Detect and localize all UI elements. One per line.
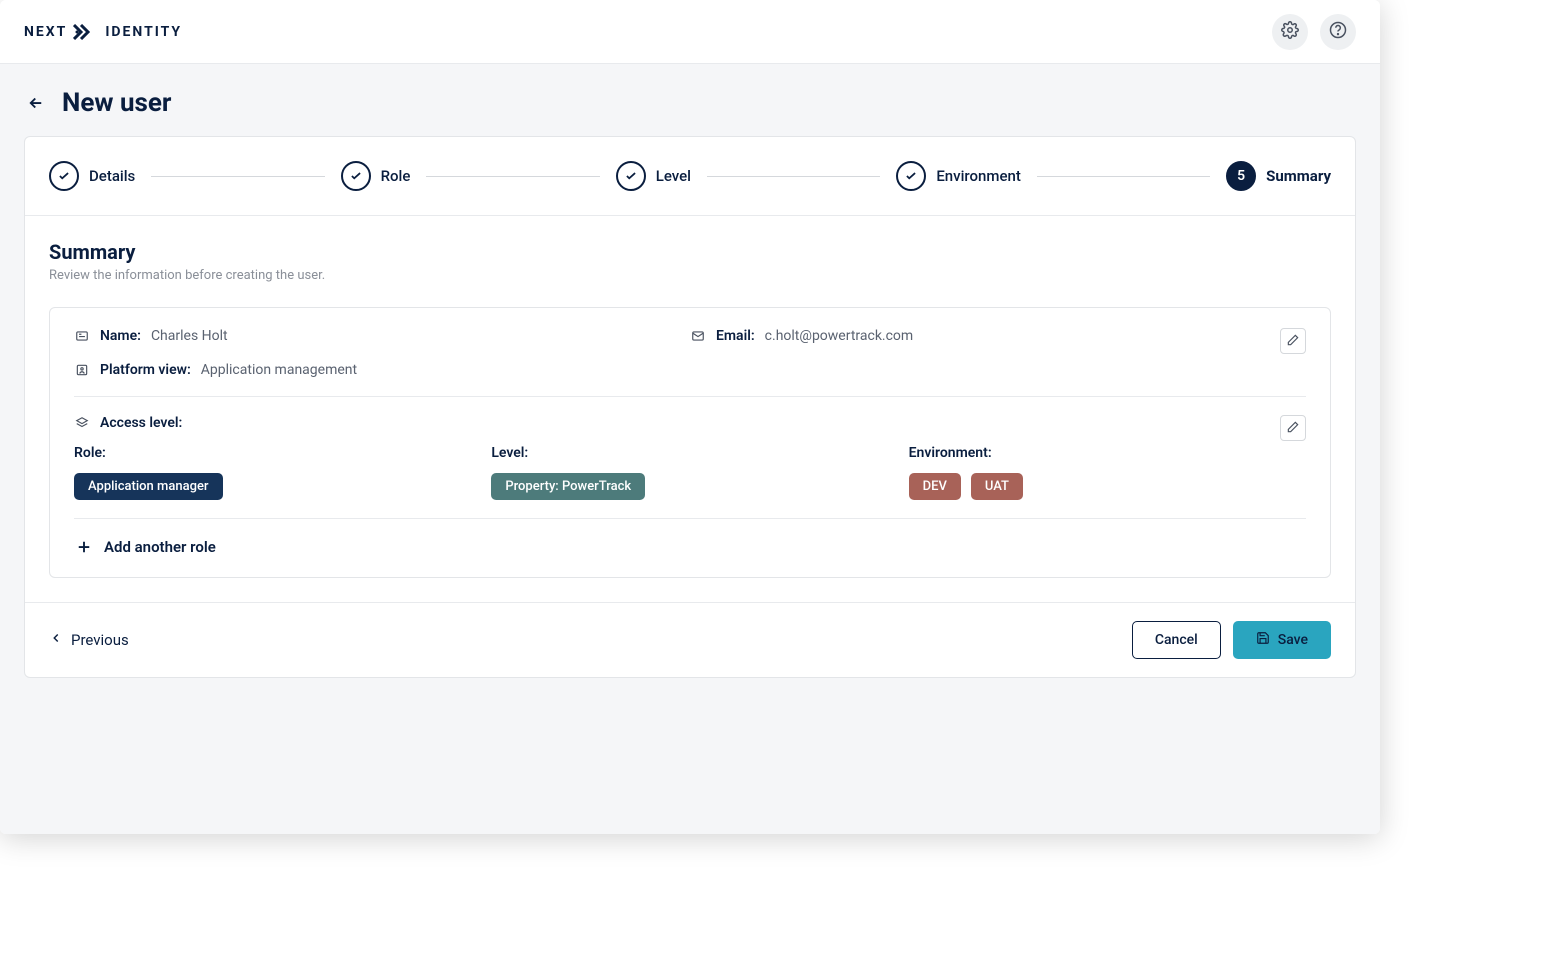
level-header: Level: (491, 445, 888, 461)
settings-button[interactable] (1272, 14, 1308, 50)
role-pill: Application manager (74, 473, 223, 500)
page-title: New user (62, 88, 171, 118)
step-level[interactable]: Level (616, 161, 691, 191)
mail-icon (690, 328, 706, 344)
step-environment[interactable]: Environment (896, 161, 1021, 191)
layers-icon (74, 415, 90, 431)
wizard-stepper: Details Role Level (25, 137, 1355, 216)
save-icon (1256, 631, 1270, 649)
access-label: Access level: (100, 415, 182, 431)
edit-access-button[interactable] (1280, 415, 1306, 441)
step-role[interactable]: Role (341, 161, 411, 191)
check-icon (49, 161, 79, 191)
arrow-left-icon (27, 94, 45, 112)
previous-button[interactable]: Previous (49, 631, 129, 649)
step-number: 5 (1226, 161, 1256, 191)
cancel-button[interactable]: Cancel (1132, 621, 1221, 659)
edit-details-button[interactable] (1280, 328, 1306, 354)
email-value: c.holt@powertrack.com (765, 328, 914, 344)
add-role-label: Add another role (104, 538, 216, 556)
role-header: Role: (74, 445, 471, 461)
platform-label: Platform view: (100, 362, 191, 378)
user-card-icon (74, 328, 90, 344)
section-subtitle: Review the information before creating t… (49, 268, 1331, 283)
email-label: Email: (716, 328, 755, 344)
gear-icon (1281, 21, 1299, 43)
add-another-role-button[interactable]: Add another role (74, 537, 1306, 557)
pencil-icon (1286, 419, 1300, 438)
section-title: Summary (49, 240, 1331, 264)
plus-icon (74, 537, 94, 557)
level-pill: Property: PowerTrack (491, 473, 645, 500)
brand-text-1: NEXT (24, 24, 67, 40)
topbar: NEXT IDENTITY (0, 0, 1380, 64)
name-value: Charles Holt (151, 328, 228, 344)
save-button[interactable]: Save (1233, 621, 1331, 659)
brand-text-2: IDENTITY (105, 24, 182, 40)
check-icon (896, 161, 926, 191)
chevron-left-icon (49, 631, 63, 649)
environment-header: Environment: (909, 445, 1306, 461)
check-icon (616, 161, 646, 191)
help-button[interactable] (1320, 14, 1356, 50)
brand-logo: NEXT IDENTITY (24, 24, 182, 40)
brand-chevrons-icon (73, 24, 99, 40)
env-pill-uat: UAT (971, 473, 1023, 500)
previous-label: Previous (71, 631, 129, 649)
check-icon (341, 161, 371, 191)
step-summary[interactable]: 5 Summary (1226, 161, 1331, 191)
name-label: Name: (100, 328, 141, 344)
summary-card: Name: Charles Holt Email: (49, 307, 1331, 578)
back-button[interactable] (24, 91, 48, 115)
help-icon (1329, 21, 1347, 43)
platform-value: Application management (201, 362, 357, 378)
platform-icon (74, 362, 90, 378)
step-details[interactable]: Details (49, 161, 135, 191)
env-pill-dev: DEV (909, 473, 961, 500)
pencil-icon (1286, 332, 1300, 351)
